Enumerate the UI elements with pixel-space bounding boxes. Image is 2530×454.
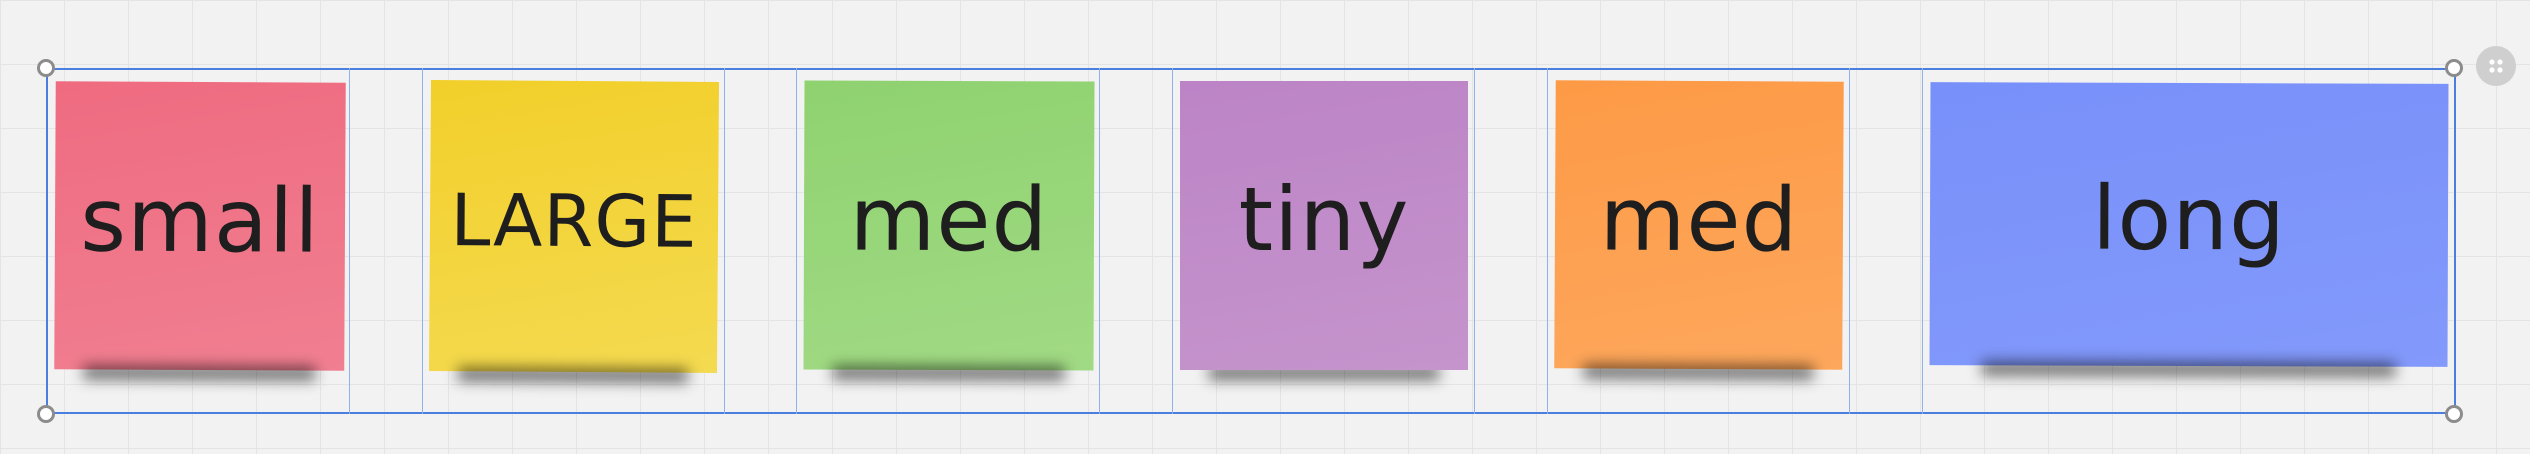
sticky-note-label: long — [2091, 166, 2287, 271]
grid-divider — [1099, 68, 1100, 414]
grip-button[interactable] — [2476, 46, 2516, 86]
resize-handle-bottom-right[interactable] — [2445, 405, 2463, 423]
grid-divider — [1474, 68, 1475, 414]
sticky-note-med[interactable]: med — [803, 80, 1095, 371]
sticky-note-long[interactable]: long — [1929, 82, 2449, 367]
sticky-note-tiny[interactable]: tiny — [1180, 81, 1468, 370]
grid-divider — [349, 68, 350, 414]
grid-divider — [1547, 68, 1548, 414]
grip-dots-icon — [2489, 59, 2503, 73]
sticky-note-label: tiny — [1238, 168, 1410, 271]
sticky-note-label: med — [849, 167, 1049, 272]
grid-divider — [796, 68, 797, 414]
sticky-note-small[interactable]: small — [54, 81, 346, 371]
resize-handle-bottom-left[interactable] — [37, 405, 55, 423]
sticky-note-label: med — [1599, 166, 1799, 272]
grid-divider — [1172, 68, 1173, 414]
sticky-note-label: small — [80, 167, 321, 273]
sticky-note-label: LARGE — [450, 177, 699, 264]
grid-divider — [422, 68, 423, 414]
resize-handle-top-left[interactable] — [37, 59, 55, 77]
grid-divider — [724, 68, 725, 414]
sticky-note-large[interactable]: LARGE — [428, 79, 720, 374]
resize-handle-top-right[interactable] — [2445, 59, 2463, 77]
grid-divider — [1922, 68, 1923, 414]
sticky-note-med-2[interactable]: med — [1554, 80, 1844, 370]
grid-divider — [1849, 68, 1850, 414]
